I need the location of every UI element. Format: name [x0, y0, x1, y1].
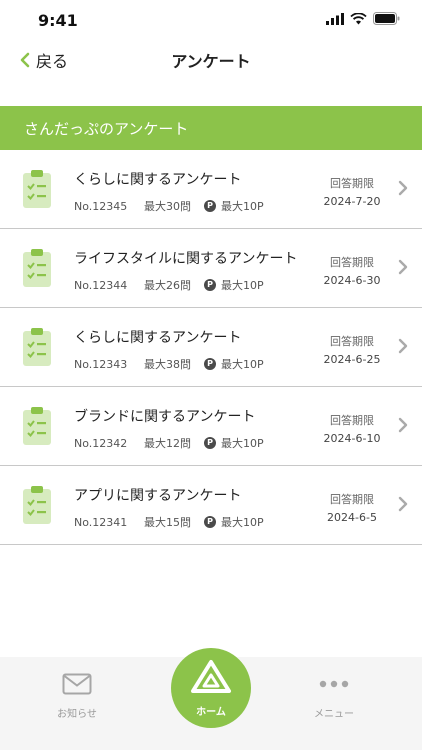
deadline-label: 回答期限	[330, 256, 374, 269]
survey-deadline: 回答期限 2024-7-20	[322, 175, 382, 208]
more-icon	[319, 680, 349, 688]
survey-questions: 最大15問	[144, 516, 191, 529]
chevron-right-icon	[398, 180, 408, 196]
section-title: さんだっぷのアンケート	[24, 120, 189, 138]
home-logo-icon	[191, 660, 231, 693]
clipboard-icon	[23, 407, 51, 445]
wifi-icon	[350, 12, 367, 24]
clipboard-icon	[23, 249, 51, 287]
survey-questions: 最大38問	[144, 358, 191, 371]
survey-number: No.12341	[74, 515, 128, 529]
deadline-date: 2024-6-25	[323, 353, 381, 366]
section-header: さんだっぷのアンケート	[0, 106, 422, 150]
survey-title: くらしに関するアンケート	[74, 330, 242, 346]
survey-row[interactable]: ライフスタイルに関するアンケート No.12344 最大26問 P 最大10P …	[0, 229, 422, 308]
tab-home[interactable]: ホーム	[171, 648, 251, 728]
survey-points: 最大10P	[221, 200, 264, 213]
survey-number: No.12342	[74, 436, 128, 450]
point-icon: P	[204, 516, 216, 528]
survey-questions: 最大26問	[144, 279, 191, 292]
clipboard-icon	[23, 170, 51, 208]
tab-news[interactable]: お知らせ	[37, 673, 117, 720]
tab-menu[interactable]: メニュー	[294, 673, 374, 720]
survey-deadline: 回答期限 2024-6-10	[322, 412, 382, 445]
deadline-label: 回答期限	[330, 493, 374, 506]
point-icon: P	[204, 279, 216, 291]
point-icon: P	[204, 437, 216, 449]
clipboard-icon	[23, 486, 51, 524]
survey-row[interactable]: アプリに関するアンケート No.12341 最大15問 P 最大10P 回答期限…	[0, 466, 422, 545]
survey-title: ライフスタイルに関するアンケート	[74, 251, 298, 267]
survey-list: くらしに関するアンケート No.12345 最大30問 P 最大10P 回答期限…	[0, 150, 422, 545]
survey-row[interactable]: ブランドに関するアンケート No.12342 最大12問 P 最大10P 回答期…	[0, 387, 422, 466]
clipboard-icon	[23, 328, 51, 366]
deadline-label: 回答期限	[330, 414, 374, 427]
survey-questions: 最大12問	[144, 437, 191, 450]
survey-meta: No.12344 最大26問 P 最大10P	[74, 277, 264, 293]
chevron-right-icon	[398, 417, 408, 433]
survey-row[interactable]: くらしに関するアンケート No.12343 最大38問 P 最大10P 回答期限…	[0, 308, 422, 387]
deadline-label: 回答期限	[330, 335, 374, 348]
status-icons	[326, 12, 400, 25]
survey-points: 最大10P	[221, 279, 264, 292]
survey-deadline: 回答期限 2024-6-30	[322, 254, 382, 287]
survey-title: ブランドに関するアンケート	[74, 409, 256, 425]
survey-number: No.12345	[74, 199, 128, 213]
chevron-right-icon	[398, 496, 408, 512]
deadline-label: 回答期限	[330, 177, 374, 190]
battery-icon	[373, 12, 400, 25]
survey-number: No.12344	[74, 278, 128, 292]
survey-deadline: 回答期限 2024-6-25	[322, 333, 382, 366]
status-time: 9:41	[38, 11, 78, 30]
deadline-date: 2024-6-5	[327, 511, 377, 524]
survey-points: 最大10P	[221, 358, 264, 371]
nav-bar: 戻る アンケート	[0, 40, 422, 80]
tab-home-label: ホーム	[196, 707, 226, 718]
tab-menu-label: メニュー	[314, 709, 354, 720]
survey-row[interactable]: くらしに関するアンケート No.12345 最大30問 P 最大10P 回答期限…	[0, 150, 422, 229]
chevron-right-icon	[398, 338, 408, 354]
survey-meta: No.12341 最大15問 P 最大10P	[74, 514, 264, 530]
signal-icon	[326, 12, 344, 25]
point-icon: P	[204, 358, 216, 370]
chevron-right-icon	[398, 259, 408, 275]
survey-points: 最大10P	[221, 437, 264, 450]
survey-points: 最大10P	[221, 516, 264, 529]
deadline-date: 2024-7-20	[323, 195, 381, 208]
point-icon: P	[204, 200, 216, 212]
page-title: アンケート	[171, 52, 251, 71]
survey-questions: 最大30問	[144, 200, 191, 213]
deadline-date: 2024-6-30	[323, 274, 381, 287]
survey-meta: No.12343 最大38問 P 最大10P	[74, 356, 264, 372]
survey-meta: No.12342 最大12問 P 最大10P	[74, 435, 264, 451]
survey-title: くらしに関するアンケート	[74, 172, 242, 188]
deadline-date: 2024-6-10	[323, 432, 381, 445]
status-bar: 9:41	[0, 0, 422, 40]
survey-number: No.12343	[74, 357, 128, 371]
tab-news-label: お知らせ	[57, 709, 97, 720]
survey-deadline: 回答期限 2024-6-5	[322, 491, 382, 524]
survey-title: アプリに関するアンケート	[74, 488, 242, 504]
mail-icon	[62, 673, 92, 695]
survey-meta: No.12345 最大30問 P 最大10P	[74, 198, 264, 214]
